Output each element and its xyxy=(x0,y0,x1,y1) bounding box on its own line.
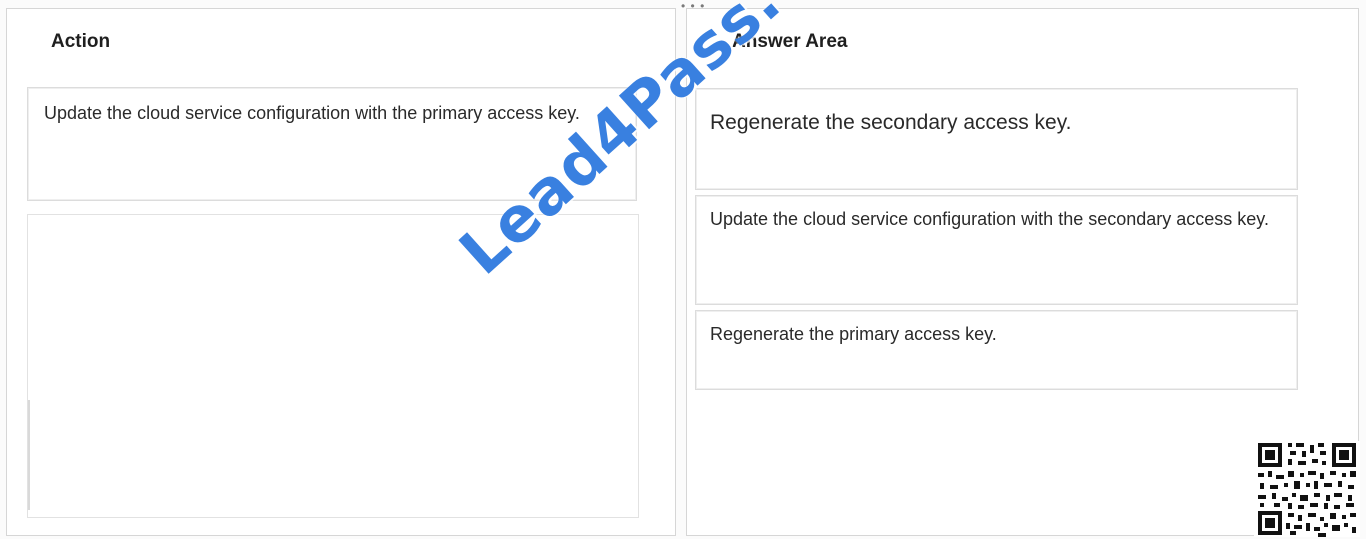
action-panel: Action Update the cloud service configur… xyxy=(6,8,676,536)
drag-drop-question: • • • Action Update the cloud service co… xyxy=(0,0,1366,539)
action-panel-title: Action xyxy=(51,31,111,52)
answer-item-label: Regenerate the primary access key. xyxy=(710,324,997,344)
answer-area-title: Answer Area xyxy=(732,31,848,52)
action-item[interactable]: Update the cloud service configuration w… xyxy=(27,87,637,201)
action-item-label: Update the cloud service configuration w… xyxy=(44,103,580,123)
answer-item-label: Regenerate the secondary access key. xyxy=(710,111,1072,134)
slot-edge-divider xyxy=(28,400,30,510)
empty-drop-slot[interactable] xyxy=(27,214,639,518)
answer-item[interactable]: Regenerate the primary access key. xyxy=(695,310,1298,390)
answer-item-label: Update the cloud service configuration w… xyxy=(710,209,1269,229)
answer-item[interactable]: Regenerate the secondary access key. xyxy=(695,88,1298,190)
qr-code-icon xyxy=(1254,441,1360,537)
answer-item[interactable]: Update the cloud service configuration w… xyxy=(695,195,1298,305)
